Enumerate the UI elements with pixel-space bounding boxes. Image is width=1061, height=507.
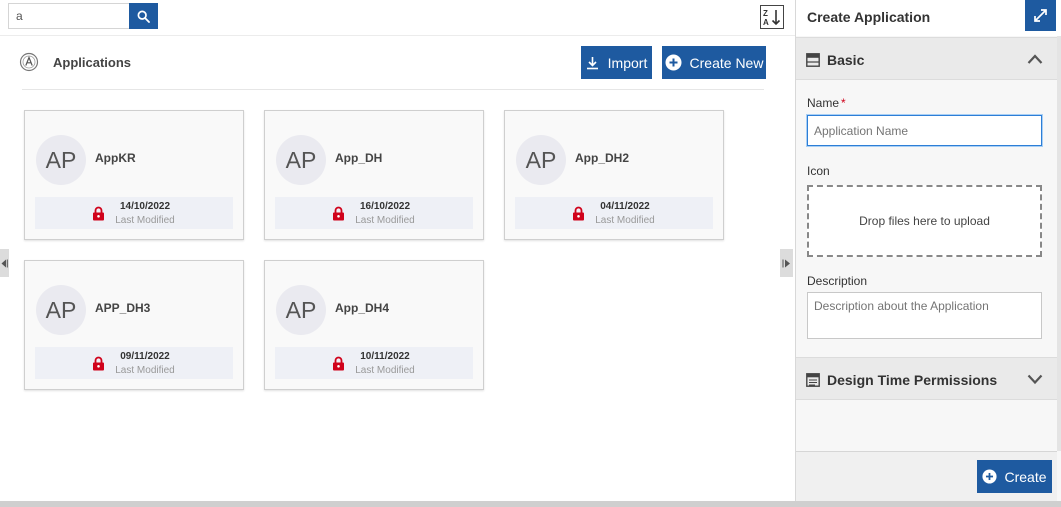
description-label: Description [807,274,868,288]
app-card-modified-label: Last Modified [595,215,655,226]
applications-main: Z A Applications Import [0,0,795,501]
app-card-date: 10/11/2022 [360,351,410,362]
header-divider [22,89,764,90]
sort-z-a-icon: Z A [763,9,781,27]
app-card[interactable]: AP App_DH4 10/11/2022 Last Modified [264,260,484,390]
expand-icon [1034,9,1047,22]
plus-circle-icon [982,469,998,484]
avatar: AP [276,135,326,185]
chevron-up-icon [1027,54,1043,64]
import-button[interactable]: Import [581,46,652,79]
name-label: Name * [807,96,846,110]
app-card[interactable]: AP APP_DH3 09/11/2022 Last Modified [24,260,244,390]
application-name-input[interactable] [807,115,1042,146]
app-card-footer: 14/10/2022 Last Modified [35,197,233,229]
import-label: Import [607,54,648,71]
create-button[interactable]: Create [977,460,1052,493]
collapse-right-icon [782,259,790,267]
app-card[interactable]: AP App_DH 16/10/2022 Last Modified [264,110,484,240]
create-new-label: Create New [689,54,764,71]
app-card-name: App_DH4 [335,301,390,315]
avatar: AP [36,285,86,335]
icon-drop-zone[interactable]: Drop files here to upload [807,185,1042,257]
create-label: Create [1004,468,1047,485]
app-card-name: App_DH2 [575,151,630,165]
app-card-modified-label: Last Modified [115,215,175,226]
panel-footer: Create [796,451,1057,501]
svg-text:A: A [763,18,769,27]
toolbar-divider [0,35,795,36]
app-card-date: 09/11/2022 [120,351,170,362]
chevron-down-icon [1027,374,1043,385]
basic-section-label: Basic [827,52,865,68]
icon-label: Icon [807,164,830,178]
panel-header: Create Application [796,0,1061,36]
collapse-left-icon [1,259,8,267]
sort-button[interactable]: Z A [760,5,784,29]
avatar: AP [36,135,86,185]
avatar: AP [276,285,326,335]
app-card-date: 16/10/2022 [359,201,411,212]
basic-section-header[interactable]: Basic [796,37,1057,80]
permissions-section-header[interactable]: Design Time Permissions [796,357,1057,400]
download-icon [586,56,598,69]
app-card-footer: 16/10/2022 Last Modified [275,197,473,229]
app-card-date: 04/11/2022 [600,201,650,212]
left-collapse-handle[interactable] [0,249,9,277]
app-card-name: App_DH [335,151,383,165]
form-icon [806,53,820,67]
app-card-modified-label: Last Modified [355,365,415,376]
create-application-panel: Create Application Basic Name * Applicat… [795,0,1061,501]
drop-zone-text: Drop files here to upload [859,214,990,228]
app-card[interactable]: AP App_DH2 04/11/2022 Last Modified [504,110,724,240]
search-input[interactable] [8,3,129,29]
app-card-footer: 10/11/2022 Last Modified [275,347,473,379]
app-card[interactable]: AP AppKR 14/10/2022 Last Modified [24,110,244,240]
app-card-footer: 04/11/2022 Last Modified [515,197,713,229]
permissions-icon [806,373,820,387]
panel-scrollbar[interactable] [1057,36,1061,451]
app-card-modified-label: Last Modified [115,365,175,376]
name-label-text: Name [807,96,840,110]
app-card-date: 14/10/2022 [119,201,171,212]
horizontal-scrollbar[interactable] [0,501,1061,507]
required-marker: * [841,96,846,110]
app-card-modified-label: Last Modified [355,215,415,226]
search-button[interactable] [129,3,158,29]
app-window: Z A Applications Import [0,0,1061,507]
right-collapse-handle[interactable] [780,249,793,277]
plus-circle-icon [665,54,682,71]
svg-text:Z: Z [763,9,768,18]
permissions-section-label: Design Time Permissions [827,372,998,388]
section-title: Applications [53,55,132,70]
search-icon [137,10,150,23]
applications-icon [19,52,39,72]
description-input[interactable] [807,292,1042,339]
app-card-name: AppKR [95,151,136,165]
create-new-button[interactable]: Create New [662,46,766,79]
app-card-footer: 09/11/2022 Last Modified [35,347,233,379]
panel-title: Create Application [807,9,931,25]
avatar: AP [516,135,566,185]
expand-button[interactable] [1025,0,1056,31]
app-card-name: APP_DH3 [95,301,151,315]
